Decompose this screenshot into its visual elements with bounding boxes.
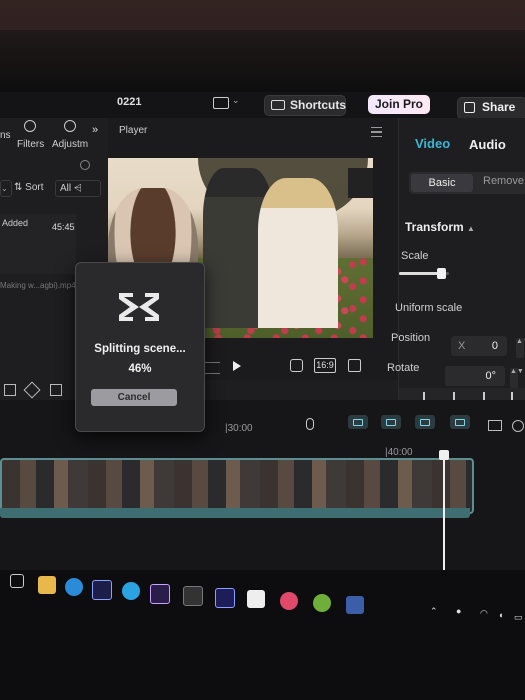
layout-icon[interactable] bbox=[213, 97, 229, 109]
added-badge: Added bbox=[2, 218, 29, 228]
fit-view-icon[interactable] bbox=[290, 359, 303, 372]
splitting-scene-dialog: Splitting scene... 46% Cancel bbox=[75, 262, 205, 432]
sort-icon: ⇅ bbox=[14, 182, 23, 193]
top-bar: 0221 ⌄ Shortcuts Join Pro Share bbox=[0, 92, 525, 119]
share-button[interactable]: Share bbox=[457, 97, 525, 119]
scale-slider[interactable] bbox=[399, 268, 449, 279]
media-duration: 45:45 bbox=[52, 222, 75, 232]
position-stepper[interactable]: ▲▼ bbox=[516, 338, 525, 358]
adjustments-icon bbox=[64, 120, 76, 132]
position-x-value: 0 bbox=[491, 340, 498, 352]
scene-camera bbox=[348, 168, 373, 198]
tab-filters[interactable]: Filters bbox=[17, 120, 45, 152]
cancel-button[interactable]: Cancel bbox=[91, 389, 177, 406]
tab-partial[interactable]: ns bbox=[0, 130, 11, 141]
position-x-prefix: X bbox=[458, 340, 466, 352]
edge-icon[interactable] bbox=[65, 578, 83, 596]
clip-audio-strip bbox=[0, 508, 470, 518]
shortcuts-button[interactable]: Shortcuts bbox=[264, 95, 346, 116]
capcut-logo-icon bbox=[119, 293, 159, 321]
sort-label: Sort bbox=[25, 182, 44, 193]
segment-remove[interactable]: Remove bbox=[483, 175, 524, 187]
app-icon-green[interactable] bbox=[313, 594, 331, 612]
rotate-stepper[interactable]: ▲▼ bbox=[510, 368, 524, 388]
app-icon-blue[interactable] bbox=[346, 596, 364, 614]
premiere-icon[interactable] bbox=[150, 584, 170, 604]
tab-video[interactable]: Video bbox=[415, 136, 450, 151]
tab-adjustments[interactable]: Adjustm bbox=[50, 120, 90, 152]
funnel-icon: ⩤ bbox=[73, 183, 82, 194]
chevron-down-icon[interactable]: ⌄ bbox=[232, 95, 240, 106]
scale-slider-fill bbox=[399, 272, 441, 275]
dialog-message: Splitting scene... bbox=[94, 343, 186, 355]
split-tool-icon[interactable] bbox=[4, 384, 16, 396]
volume-icon[interactable]: ◖ bbox=[498, 610, 503, 620]
wifi-icon[interactable]: ◠ bbox=[480, 608, 488, 619]
app-icon-red[interactable] bbox=[247, 590, 265, 608]
playhead[interactable] bbox=[443, 454, 445, 574]
tab-audio[interactable]: Audio bbox=[469, 137, 506, 152]
more-tabs-icon[interactable]: » bbox=[92, 124, 98, 136]
rotate-field[interactable]: 0° bbox=[445, 366, 505, 386]
telegram-icon[interactable] bbox=[122, 582, 140, 600]
sort-row: ⌄ ⇅ Sort All ⩤ bbox=[0, 180, 108, 197]
tab-adjustments-label: Adjustm bbox=[51, 139, 89, 150]
tick-30-00: |30:00 bbox=[225, 423, 253, 434]
scale-slider-knob[interactable] bbox=[437, 268, 446, 279]
task-view-icon[interactable] bbox=[10, 574, 24, 588]
basic-remove-segment: Basic Remove bbox=[409, 172, 525, 194]
refresh-icon[interactable] bbox=[80, 160, 90, 170]
filters-icon bbox=[24, 120, 36, 132]
uniform-scale-label: Uniform scale bbox=[395, 302, 463, 314]
player-title: Player bbox=[119, 125, 148, 136]
os-taskbar: ⌃ ● ◠ ◖ ▭ bbox=[0, 570, 525, 700]
segment-basic[interactable]: Basic bbox=[411, 174, 473, 192]
project-name[interactable]: 0221 bbox=[117, 96, 141, 108]
position-label: Position bbox=[391, 332, 431, 344]
tick-40-00: |40:00 bbox=[385, 447, 413, 458]
share-label: Share bbox=[482, 100, 516, 114]
chevron-up-icon: ▲ bbox=[467, 224, 475, 233]
share-icon bbox=[464, 102, 475, 113]
flip-tool-icon[interactable] bbox=[23, 381, 41, 399]
media-encoder-icon[interactable] bbox=[215, 588, 235, 608]
properties-panel: Video Audio Basic Remove Transform ▲ Sca… bbox=[387, 118, 525, 418]
sort-button[interactable]: ⇅ Sort bbox=[14, 180, 44, 195]
music-icon[interactable] bbox=[280, 592, 298, 610]
file-explorer-icon[interactable] bbox=[38, 576, 56, 594]
view-dropdown[interactable]: ⌄ bbox=[0, 180, 12, 197]
dialog-progress: 46% bbox=[128, 363, 152, 375]
microphone-tray-icon[interactable]: ● bbox=[456, 606, 461, 616]
media-filename: Making w...agbi).mp4 bbox=[0, 281, 76, 290]
after-effects-icon[interactable] bbox=[92, 580, 112, 600]
battery-icon[interactable]: ▭ bbox=[514, 612, 523, 623]
scale-label: Scale bbox=[401, 250, 429, 262]
bezel-glow bbox=[0, 0, 525, 30]
filter-all-dropdown[interactable]: All ⩤ bbox=[55, 180, 101, 197]
video-track-clip[interactable] bbox=[0, 458, 474, 514]
tab-filters-label: Filters bbox=[17, 139, 45, 150]
menu-icon[interactable] bbox=[371, 127, 382, 137]
fullscreen-icon[interactable] bbox=[348, 359, 361, 372]
capcut-taskbar-icon[interactable] bbox=[183, 586, 203, 606]
shortcuts-label: Shortcuts bbox=[290, 98, 347, 112]
rotate-value: 0° bbox=[485, 370, 496, 382]
transform-section-title[interactable]: Transform ▲ bbox=[405, 220, 475, 234]
join-pro-button[interactable]: Join Pro bbox=[368, 95, 430, 114]
keyboard-icon bbox=[271, 100, 285, 110]
scene-figure-right bbox=[258, 178, 338, 328]
timecode-grid-icon[interactable] bbox=[204, 362, 220, 374]
play-icon[interactable] bbox=[233, 361, 241, 371]
filter-all-label: All bbox=[60, 183, 72, 194]
crop-tool-icon[interactable] bbox=[50, 384, 62, 396]
transform-label: Transform bbox=[405, 220, 464, 234]
position-x-field[interactable]: X 0 bbox=[451, 336, 507, 356]
aspect-ratio-button[interactable]: 16:9 bbox=[314, 358, 336, 373]
rotate-label: Rotate bbox=[387, 362, 420, 374]
chevron-up-tray-icon[interactable]: ⌃ bbox=[430, 606, 438, 617]
